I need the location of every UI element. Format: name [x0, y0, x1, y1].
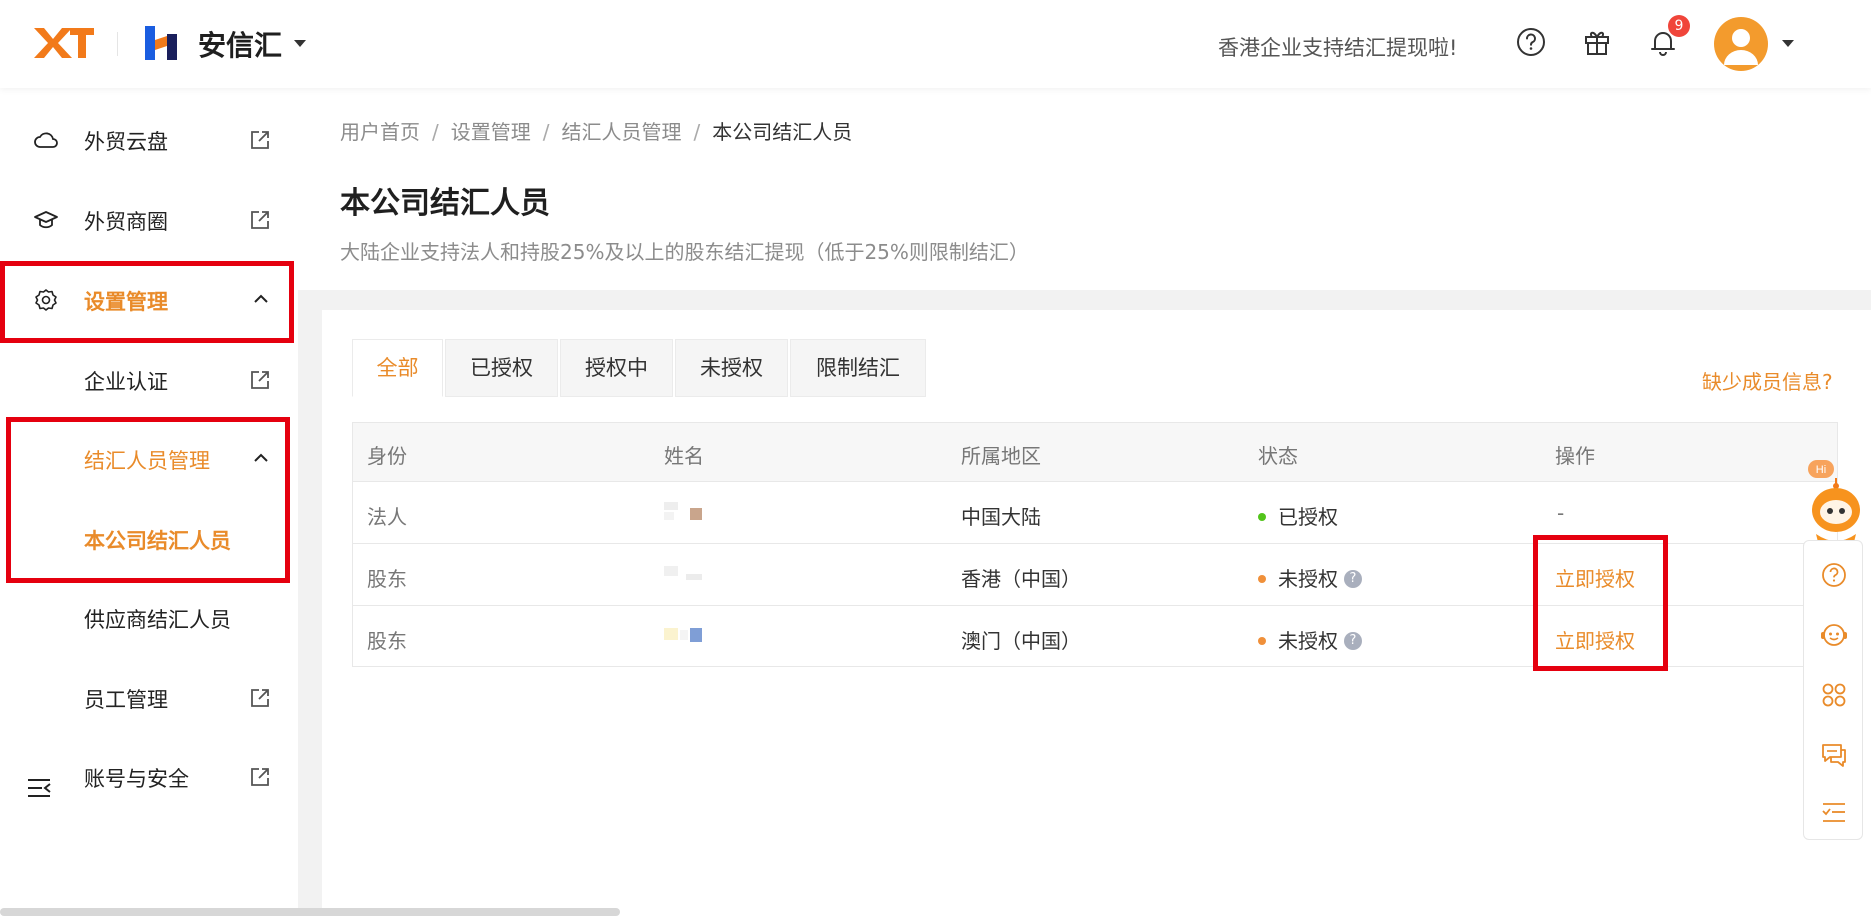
sidebar-item-label: 外贸商圈 — [84, 210, 168, 234]
region-cell: 澳门（中国） — [961, 629, 1081, 653]
missing-member-info-link[interactable]: 缺少成员信息? — [1702, 366, 1833, 395]
menu-collapse-icon[interactable] — [26, 776, 52, 800]
breadcrumb-separator: / — [432, 120, 439, 144]
breadcrumb-item-settings[interactable]: 设置管理 — [451, 120, 531, 144]
status-cell: 未授权? — [1258, 625, 1362, 654]
external-link-icon — [251, 768, 269, 786]
gift-icon[interactable] — [1581, 26, 1613, 58]
identity-cell: 股东 — [367, 629, 407, 653]
tab-unauthorized[interactable]: 未授权 — [675, 339, 788, 397]
sidebar-item-supplier-settlement-personnel[interactable]: 供应商结汇人员 — [0, 578, 298, 658]
status-dot-unauthorized — [1258, 574, 1266, 583]
floating-toolbar — [1803, 540, 1863, 840]
external-link-icon — [251, 131, 269, 149]
action-cell: - — [1557, 501, 1565, 525]
tab-all[interactable]: 全部 — [352, 339, 443, 397]
highlight-box-authorize-actions — [1533, 535, 1668, 671]
redacted-name-image — [664, 502, 702, 520]
top-header: 安信汇 香港企业支持结汇提现啦! 9 — [0, 0, 1871, 88]
status-dot-authorized — [1258, 512, 1266, 521]
sidebar-item-label: 员工管理 — [84, 688, 168, 712]
xt-logo[interactable] — [32, 22, 94, 62]
cloud-icon — [34, 132, 58, 148]
graduation-cap-icon — [34, 211, 58, 229]
redacted-name-image — [664, 566, 702, 580]
identity-cell: 法人 — [367, 505, 407, 529]
highlight-box-settlement-personnel — [6, 417, 290, 583]
breadcrumb-separator: / — [542, 120, 550, 144]
status-text: 未授权 — [1278, 567, 1338, 591]
status-text: 未授权 — [1278, 629, 1338, 653]
caret-down-icon[interactable] — [294, 40, 306, 47]
status-cell: 未授权? — [1258, 563, 1362, 592]
help-icon[interactable] — [1820, 561, 1848, 589]
brand-name[interactable]: 安信汇 — [198, 24, 282, 64]
sidebar-item-label: 外贸云盘 — [84, 130, 168, 154]
horizontal-scrollbar[interactable] — [0, 908, 620, 916]
external-link-icon — [251, 689, 269, 707]
sidebar-item-label: 账号与安全 — [84, 767, 189, 791]
status-dot-unauthorized — [1258, 636, 1266, 645]
sidebar-item-trade-circle[interactable]: 外贸商圈 — [0, 180, 298, 260]
column-header-action: 操作 — [1555, 444, 1595, 468]
column-header-region: 所属地区 — [961, 444, 1041, 468]
breadcrumb-separator: / — [693, 120, 701, 144]
tab-authorized[interactable]: 已授权 — [445, 339, 558, 397]
tab-authorizing[interactable]: 授权中 — [560, 339, 673, 397]
list-icon[interactable] — [1820, 799, 1848, 827]
robot-bubble-text: Hi — [1816, 464, 1826, 476]
header-notice[interactable]: 香港企业支持结汇提现啦! — [1218, 32, 1457, 62]
column-header-identity: 身份 — [367, 444, 407, 468]
page-description: 大陆企业支持法人和持股25%及以上的股东结汇提现（低于25%则限制结汇） — [340, 240, 1029, 264]
region-cell: 香港（中国） — [961, 567, 1081, 591]
page-title: 本公司结汇人员 — [340, 186, 550, 221]
anxinhui-logo-icon[interactable] — [143, 22, 179, 62]
column-header-status: 状态 — [1258, 444, 1298, 468]
identity-cell: 股东 — [367, 567, 407, 591]
sidebar-item-enterprise-auth[interactable]: 企业认证 — [0, 340, 298, 420]
status-help-icon[interactable]: ? — [1344, 569, 1362, 588]
chat-bot-icon[interactable] — [1820, 621, 1848, 649]
status-cell: 已授权 — [1258, 501, 1338, 530]
sidebar-item-cloud-disk[interactable]: 外贸云盘 — [0, 100, 298, 180]
breadcrumb-item-current: 本公司结汇人员 — [712, 120, 853, 144]
status-help-icon[interactable]: ? — [1344, 631, 1362, 650]
sidebar-item-label: 企业认证 — [84, 370, 168, 394]
sidebar-item-staff-management[interactable]: 员工管理 — [0, 658, 298, 738]
sidebar-item-label: 供应商结汇人员 — [84, 608, 231, 632]
redacted-name-image — [664, 628, 702, 642]
breadcrumb-item-home[interactable]: 用户首页 — [340, 120, 420, 144]
logo-divider — [117, 32, 118, 56]
help-circle-icon[interactable] — [1515, 26, 1547, 58]
highlight-box-settings — [0, 261, 294, 343]
avatar-icon[interactable] — [1714, 17, 1768, 71]
breadcrumb-item-settlement-personnel[interactable]: 结汇人员管理 — [562, 120, 682, 144]
column-header-name: 姓名 — [664, 444, 704, 468]
external-link-icon — [251, 211, 269, 229]
region-cell: 中国大陆 — [961, 505, 1041, 529]
account-caret-down-icon[interactable] — [1782, 40, 1794, 47]
assistant-robot-icon[interactable]: Hi — [1806, 458, 1862, 544]
table-header: 身份 姓名 所属地区 状态 操作 — [353, 423, 1837, 482]
apps-icon[interactable] — [1820, 681, 1848, 709]
breadcrumb: 用户首页 / 设置管理 / 结汇人员管理 / 本公司结汇人员 — [340, 116, 852, 145]
external-link-icon — [251, 371, 269, 389]
status-text: 已授权 — [1278, 505, 1338, 529]
message-icon[interactable] — [1820, 741, 1848, 769]
tab-restricted[interactable]: 限制结汇 — [790, 339, 926, 397]
notification-badge: 9 — [1668, 15, 1690, 37]
